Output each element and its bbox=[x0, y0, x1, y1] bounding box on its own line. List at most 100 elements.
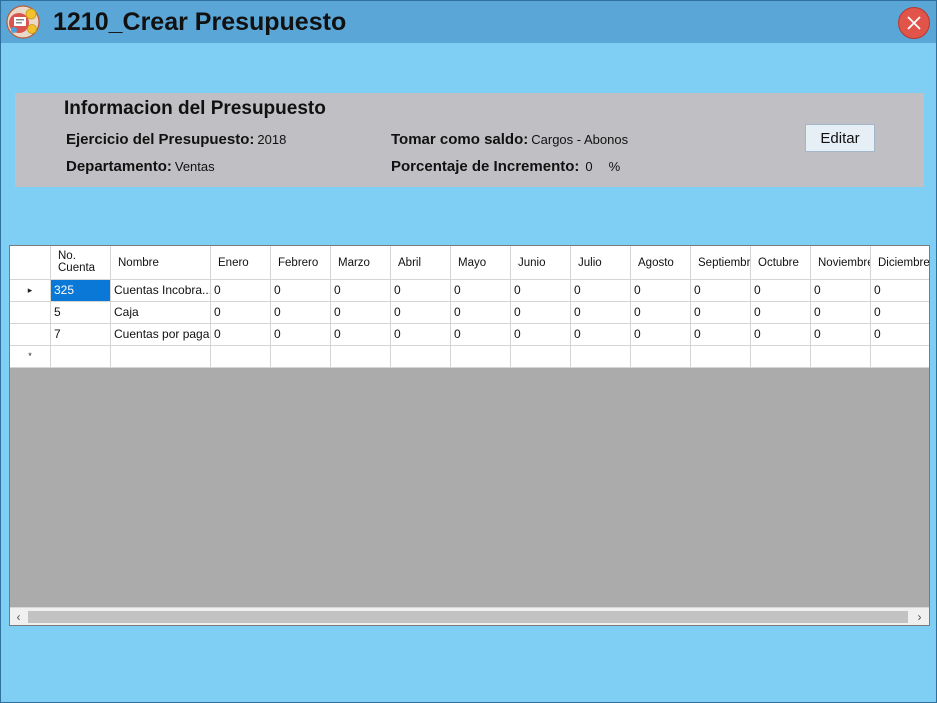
cell-septiembre[interactable]: 0 bbox=[691, 324, 751, 346]
new-cell-febrero[interactable] bbox=[271, 346, 331, 368]
cell-abril[interactable]: 0 bbox=[391, 302, 451, 324]
table-row[interactable]: 7 Cuentas por pagar 0 0 0 0 0 0 0 0 0 0 0 0 bbox=[10, 324, 929, 346]
incremento-value: 0 bbox=[585, 159, 593, 174]
new-cell-noviembre[interactable] bbox=[811, 346, 871, 368]
cell-febrero[interactable]: 0 bbox=[271, 302, 331, 324]
cell-mayo[interactable]: 0 bbox=[451, 324, 511, 346]
cell-enero[interactable]: 0 bbox=[211, 324, 271, 346]
cell-febrero[interactable]: 0 bbox=[271, 280, 331, 302]
cell-julio[interactable]: 0 bbox=[571, 280, 631, 302]
cell-no-cuenta[interactable]: 7 bbox=[51, 324, 111, 346]
cell-noviembre[interactable]: 0 bbox=[811, 280, 871, 302]
budget-grid[interactable]: No. Cuenta Nombre Enero Febrero Marzo Abril Ma… bbox=[9, 245, 930, 626]
cell-agosto[interactable]: 0 bbox=[631, 324, 691, 346]
cell-mayo[interactable]: 0 bbox=[451, 280, 511, 302]
cell-julio[interactable]: 0 bbox=[571, 302, 631, 324]
scrollbar-thumb[interactable] bbox=[28, 611, 908, 623]
new-cell-marzo[interactable] bbox=[331, 346, 391, 368]
row-header[interactable] bbox=[10, 302, 51, 324]
cell-junio[interactable]: 0 bbox=[511, 280, 571, 302]
column-header-no-cuenta[interactable]: No. Cuenta bbox=[51, 246, 111, 280]
cell-diciembre[interactable]: 0 bbox=[871, 302, 929, 324]
new-row-header[interactable]: * bbox=[10, 346, 51, 368]
cell-abril[interactable]: 0 bbox=[391, 280, 451, 302]
cell-diciembre[interactable]: 0 bbox=[871, 280, 929, 302]
cell-septiembre[interactable]: 0 bbox=[691, 280, 751, 302]
column-header-agosto[interactable]: Agosto bbox=[631, 246, 691, 280]
cell-septiembre[interactable]: 0 bbox=[691, 302, 751, 324]
saldo-field: Tomar como saldo: Cargos - Abonos bbox=[391, 131, 628, 148]
incremento-field: Porcentaje de Incremento: 0% bbox=[391, 158, 620, 175]
horizontal-scrollbar[interactable]: ‹ › bbox=[10, 607, 929, 625]
new-cell-no-cuenta[interactable] bbox=[51, 346, 111, 368]
cell-octubre[interactable]: 0 bbox=[751, 280, 811, 302]
edit-button[interactable]: Editar bbox=[805, 124, 875, 152]
cell-junio[interactable]: 0 bbox=[511, 324, 571, 346]
departamento-value: Ventas bbox=[174, 159, 215, 174]
info-heading: Informacion del Presupuesto bbox=[64, 98, 326, 119]
cell-noviembre[interactable]: 0 bbox=[811, 302, 871, 324]
new-cell-septiembre[interactable] bbox=[691, 346, 751, 368]
cell-agosto[interactable]: 0 bbox=[631, 302, 691, 324]
new-cell-abril[interactable] bbox=[391, 346, 451, 368]
column-header-nombre[interactable]: Nombre bbox=[111, 246, 211, 280]
cell-no-cuenta[interactable]: 5 bbox=[51, 302, 111, 324]
ejercicio-field: Ejercicio del Presupuesto: 2018 bbox=[66, 131, 286, 148]
new-cell-agosto[interactable] bbox=[631, 346, 691, 368]
cell-diciembre[interactable]: 0 bbox=[871, 324, 929, 346]
new-cell-junio[interactable] bbox=[511, 346, 571, 368]
table-row[interactable]: 5 Caja 0 0 0 0 0 0 0 0 0 0 0 0 bbox=[10, 302, 929, 324]
cell-mayo[interactable]: 0 bbox=[451, 302, 511, 324]
budget-app-icon bbox=[6, 5, 40, 39]
column-header-octubre[interactable]: Octubre bbox=[751, 246, 811, 280]
grid-corner-header[interactable] bbox=[10, 246, 51, 280]
column-header-enero[interactable]: Enero bbox=[211, 246, 271, 280]
new-cell-mayo[interactable] bbox=[451, 346, 511, 368]
saldo-value: Cargos - Abonos bbox=[531, 132, 629, 147]
new-cell-octubre[interactable] bbox=[751, 346, 811, 368]
cell-nombre[interactable]: Cuentas por pagar bbox=[111, 324, 211, 346]
table-row[interactable]: ▸ 325 Cuentas Incobra... 0 0 0 0 0 0 0 0 0 0 0 0 bbox=[10, 280, 929, 302]
new-cell-nombre[interactable] bbox=[111, 346, 211, 368]
column-header-marzo[interactable]: Marzo bbox=[331, 246, 391, 280]
scroll-left-icon[interactable]: ‹ bbox=[10, 608, 27, 625]
cell-octubre[interactable]: 0 bbox=[751, 324, 811, 346]
cell-marzo[interactable]: 0 bbox=[331, 302, 391, 324]
cell-marzo[interactable]: 0 bbox=[331, 280, 391, 302]
close-icon bbox=[907, 16, 921, 30]
cell-agosto[interactable]: 0 bbox=[631, 280, 691, 302]
new-cell-diciembre[interactable] bbox=[871, 346, 929, 368]
ejercicio-label: Ejercicio del Presupuesto: bbox=[66, 131, 255, 148]
column-header-abril[interactable]: Abril bbox=[391, 246, 451, 280]
cell-marzo[interactable]: 0 bbox=[331, 324, 391, 346]
title-bar: 1210_Crear Presupuesto bbox=[1, 1, 936, 43]
scroll-right-icon[interactable]: › bbox=[911, 608, 928, 625]
cell-julio[interactable]: 0 bbox=[571, 324, 631, 346]
cell-no-cuenta[interactable]: 325 bbox=[51, 280, 111, 302]
row-header[interactable]: ▸ bbox=[10, 280, 51, 302]
column-header-junio[interactable]: Junio bbox=[511, 246, 571, 280]
cell-nombre[interactable]: Cuentas Incobra... bbox=[111, 280, 211, 302]
column-header-diciembre[interactable]: Diciembre bbox=[871, 246, 929, 280]
cell-abril[interactable]: 0 bbox=[391, 324, 451, 346]
column-header-julio[interactable]: Julio bbox=[571, 246, 631, 280]
departamento-label: Departamento: bbox=[66, 158, 172, 175]
new-row[interactable]: * bbox=[10, 346, 929, 368]
row-header[interactable] bbox=[10, 324, 51, 346]
incremento-label: Porcentaje de Incremento: bbox=[391, 158, 580, 175]
grid-header: No. Cuenta Nombre Enero Febrero Marzo Abril Ma… bbox=[10, 246, 929, 280]
cell-febrero[interactable]: 0 bbox=[271, 324, 331, 346]
column-header-mayo[interactable]: Mayo bbox=[451, 246, 511, 280]
column-header-septiembre[interactable]: Septiembre bbox=[691, 246, 751, 280]
column-header-noviembre[interactable]: Noviembre bbox=[811, 246, 871, 280]
new-cell-julio[interactable] bbox=[571, 346, 631, 368]
cell-junio[interactable]: 0 bbox=[511, 302, 571, 324]
cell-noviembre[interactable]: 0 bbox=[811, 324, 871, 346]
cell-enero[interactable]: 0 bbox=[211, 302, 271, 324]
column-header-febrero[interactable]: Febrero bbox=[271, 246, 331, 280]
cell-enero[interactable]: 0 bbox=[211, 280, 271, 302]
new-cell-enero[interactable] bbox=[211, 346, 271, 368]
cell-octubre[interactable]: 0 bbox=[751, 302, 811, 324]
cell-nombre[interactable]: Caja bbox=[111, 302, 211, 324]
close-button[interactable] bbox=[898, 7, 930, 39]
